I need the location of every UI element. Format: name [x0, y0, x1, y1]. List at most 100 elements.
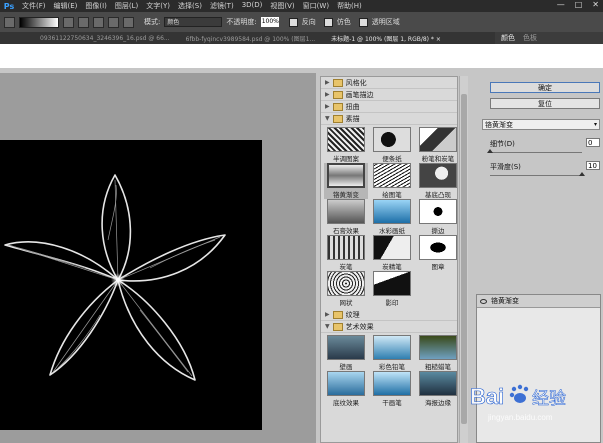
menu-item-9[interactable]: 窗口(W)	[299, 1, 333, 11]
smooth-input[interactable]: 10	[586, 161, 600, 170]
filter-category-t1[interactable]: ▶ 画笔描边	[321, 89, 457, 101]
maximize-icon[interactable]: □	[575, 0, 583, 9]
filter-thumb-label: 影印	[385, 299, 399, 307]
filter-thumb[interactable]: 水彩画纸	[370, 199, 414, 235]
menu-item-2[interactable]: 图像(I)	[81, 1, 111, 11]
baidu-watermark: Bai 经验 jingyan.baidu.com	[470, 378, 600, 428]
filter-thumb-image	[419, 127, 457, 152]
close-icon[interactable]: ✕	[592, 0, 599, 9]
filter-thumb[interactable]: 干画笔	[370, 371, 414, 407]
filter-thumb-label: 炭笔	[339, 263, 353, 271]
transparency-checkbox[interactable]	[358, 17, 368, 27]
filter-category-t0[interactable]: ▶ 风格化	[321, 77, 457, 89]
chrome-flower-image	[4, 174, 226, 381]
detail-input[interactable]: 0	[586, 138, 600, 147]
filter-category-label: 风格化	[345, 78, 367, 87]
reflected-gradient-icon[interactable]	[108, 16, 119, 28]
menu-item-5[interactable]: 选择(S)	[174, 1, 206, 11]
filter-thumb[interactable]: 半调图案	[324, 127, 368, 163]
chevron-down-icon: ▼	[325, 115, 330, 122]
menu-item-0[interactable]: 文件(F)	[18, 1, 50, 11]
filter-thumb[interactable]: 底纹效果	[324, 371, 368, 407]
detail-slider-knob[interactable]	[487, 149, 493, 153]
doc-tab-active[interactable]: 未标题-1 @ 100% (图层 1, RGB/8) * ×	[331, 34, 441, 43]
filter-thumb[interactable]: 撕边	[416, 199, 457, 235]
filter-thumb-label: 干画笔	[382, 399, 402, 407]
watermark-brand2: 经验	[532, 389, 566, 409]
reverse-checkbox[interactable]	[288, 17, 298, 27]
filter-thumb[interactable]: 绘图笔	[370, 163, 414, 199]
eye-icon[interactable]	[480, 298, 487, 304]
menu-item-10[interactable]: 帮助(H)	[333, 1, 366, 11]
filter-thumb[interactable]: 影印	[370, 271, 414, 307]
filter-thumb[interactable]: 粉笔和炭笔	[416, 127, 457, 163]
filter-thumb[interactable]: 炭精笔	[370, 235, 414, 271]
folder-icon	[332, 102, 343, 111]
filter-thumb-label: 底纹效果	[333, 399, 359, 407]
filter-thumb-image	[373, 235, 411, 260]
panel-tabs: 颜色 色板	[495, 32, 603, 44]
dither-checkbox[interactable]	[323, 17, 333, 27]
tab-swatches[interactable]: 色板	[523, 33, 537, 43]
filter-thumb[interactable]: 便条纸	[370, 127, 414, 163]
filter-thumb[interactable]: 炭笔	[324, 235, 368, 271]
filter-list-scrollbar[interactable]	[459, 76, 468, 443]
filter-thumb[interactable]: 基底凸现	[416, 163, 457, 199]
menu-item-6[interactable]: 滤镜(T)	[206, 1, 238, 11]
tab-color[interactable]: 颜色	[501, 33, 515, 43]
chevron-down-icon: ▾	[593, 121, 597, 128]
filter-category-t3[interactable]: ▼ 素描	[321, 113, 457, 125]
opacity-input[interactable]: 100%	[260, 17, 279, 27]
folder-icon	[332, 310, 343, 319]
gradient-tool-icon[interactable]	[4, 16, 15, 28]
menu-item-7[interactable]: 3D(D)	[238, 1, 267, 11]
angle-gradient-icon[interactable]	[93, 16, 104, 28]
dither-label: 仿色	[336, 18, 351, 26]
filter-thumb[interactable]: 铬黄渐变	[324, 163, 368, 199]
menu-item-8[interactable]: 视图(V)	[266, 1, 298, 11]
effect-layer-row[interactable]: 铬黄渐变	[477, 295, 600, 308]
menu-item-3[interactable]: 图层(L)	[111, 1, 142, 11]
doc-tab-2[interactable]: 6fbb-fyqincv3989584.psd @ 100% (图层1...	[186, 34, 316, 43]
reverse-label: 反向	[301, 18, 316, 26]
opacity-label: 不透明度:	[226, 18, 257, 26]
radial-gradient-icon[interactable]	[78, 16, 89, 28]
detail-slider[interactable]	[490, 152, 582, 153]
filter-category-b1[interactable]: ▼ 艺术效果	[321, 321, 457, 333]
filter-thumb[interactable]: 粗糙蜡笔	[416, 335, 457, 371]
filter-thumb-image	[327, 163, 365, 188]
reset-button[interactable]: 复位	[490, 98, 600, 109]
filter-thumb-image	[373, 163, 411, 188]
smooth-slider[interactable]	[490, 175, 582, 176]
ok-button[interactable]: 确定	[490, 82, 600, 93]
minimize-icon[interactable]: —	[557, 0, 565, 9]
filter-thumb[interactable]: 海报边缘	[416, 371, 457, 407]
mode-select[interactable]: 颜色	[164, 17, 223, 27]
linear-gradient-icon[interactable]	[63, 16, 74, 28]
filter-thumb-label: 粗糙蜡笔	[425, 363, 451, 371]
filter-thumb[interactable]: 图章	[416, 235, 457, 271]
diamond-gradient-icon[interactable]	[123, 16, 134, 28]
gradient-picker[interactable]	[19, 16, 59, 28]
menu-item-4[interactable]: 文字(Y)	[142, 1, 174, 11]
filter-category-b0[interactable]: ▶ 纹理	[321, 309, 457, 321]
filter-thumb-label: 石膏效果	[333, 227, 359, 235]
filter-thumb-image	[373, 335, 411, 360]
doc-tab-1[interactable]: 09361122750634_3246396_16.psd @ 66...	[40, 35, 170, 42]
scroll-thumb[interactable]	[461, 94, 467, 424]
filter-thumb-label: 便条纸	[382, 155, 402, 163]
filter-thumb[interactable]: 壁画	[324, 335, 368, 371]
filter-thumb-image	[419, 163, 457, 188]
filter-list: ▶ 风格化 ▶ 画笔描边 ▶ 扭曲 ▼ 素描 半调图案 便条纸 粉笔和炭笔铬黄渐变 绘图笔 基底凸现石…	[320, 76, 458, 443]
filter-select[interactable]: 铬黄渐变 ▾	[482, 119, 600, 130]
filter-thumb[interactable]: 网状	[324, 271, 368, 307]
filter-thumb[interactable]: 石膏效果	[324, 199, 368, 235]
filter-thumb[interactable]: 彩色铅笔	[370, 335, 414, 371]
filter-thumb-label: 炭精笔	[382, 263, 402, 271]
filter-thumb-image	[419, 371, 457, 396]
smooth-slider-knob[interactable]	[579, 172, 585, 176]
filter-category-t2[interactable]: ▶ 扭曲	[321, 101, 457, 113]
menu-item-1[interactable]: 编辑(E)	[50, 1, 82, 11]
filter-thumb-label: 彩色铅笔	[379, 363, 405, 371]
filter-thumb-image	[373, 199, 411, 224]
